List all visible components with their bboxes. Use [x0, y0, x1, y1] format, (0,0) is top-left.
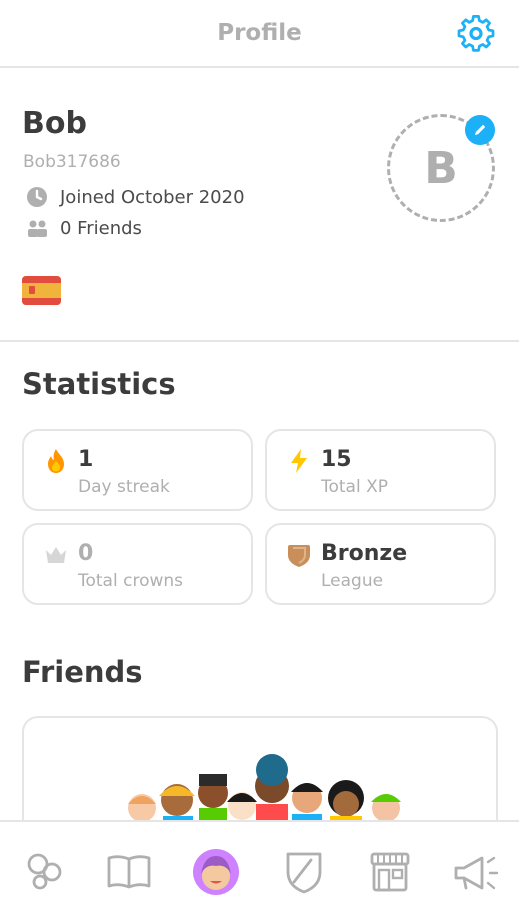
news-icon[interactable]: [452, 848, 500, 896]
stat-card-xp: 15 Total XP: [265, 429, 496, 511]
stat-value: 1: [78, 447, 94, 472]
lightning-icon: [291, 449, 307, 473]
profile-section: Bob Bob317686 Joined October 2020 0 Frie…: [0, 68, 519, 342]
friends-icon: [28, 220, 47, 237]
leaderboard-icon[interactable]: [280, 848, 328, 896]
stat-value: 0: [78, 541, 94, 566]
stat-value: 15: [321, 447, 352, 472]
friends-title: Friends: [22, 655, 143, 689]
crown-icon: [46, 547, 66, 563]
gear-icon[interactable]: [456, 15, 496, 55]
stat-label: League: [321, 571, 384, 591]
profile-name: Bob: [22, 106, 87, 141]
profile-username: Bob317686: [23, 152, 121, 172]
joined-date: Joined October 2020: [60, 186, 245, 208]
clock-icon: [27, 187, 47, 207]
bottom-nav: [0, 820, 519, 924]
page-title: Profile: [217, 20, 302, 46]
edit-avatar-button[interactable]: [465, 115, 495, 145]
shop-icon[interactable]: [366, 848, 414, 896]
spain-flag-icon[interactable]: [22, 276, 61, 305]
bronze-shield-icon: [288, 545, 310, 567]
stat-label: Day streak: [78, 477, 170, 497]
learn-icon[interactable]: [22, 848, 70, 896]
statistics-title: Statistics: [22, 367, 176, 401]
joined-row: Joined October 2020: [26, 185, 245, 209]
stat-card-crowns: 0 Total crowns: [22, 523, 253, 605]
stat-card-streak: 1 Day streak: [22, 429, 253, 511]
fire-icon: [48, 449, 64, 473]
stat-label: Total crowns: [78, 571, 184, 591]
stat-card-league[interactable]: Bronze League: [265, 523, 496, 605]
friends-row[interactable]: 0 Friends: [26, 216, 142, 240]
friends-count: 0 Friends: [60, 217, 142, 239]
profile-icon[interactable]: [192, 848, 240, 896]
stories-icon[interactable]: [105, 848, 153, 896]
stat-label: Total XP: [321, 477, 389, 497]
avatar-letter: B: [424, 142, 458, 194]
pencil-icon: [475, 124, 486, 135]
header-bar: Profile: [0, 0, 519, 68]
stat-value: Bronze: [321, 541, 408, 566]
